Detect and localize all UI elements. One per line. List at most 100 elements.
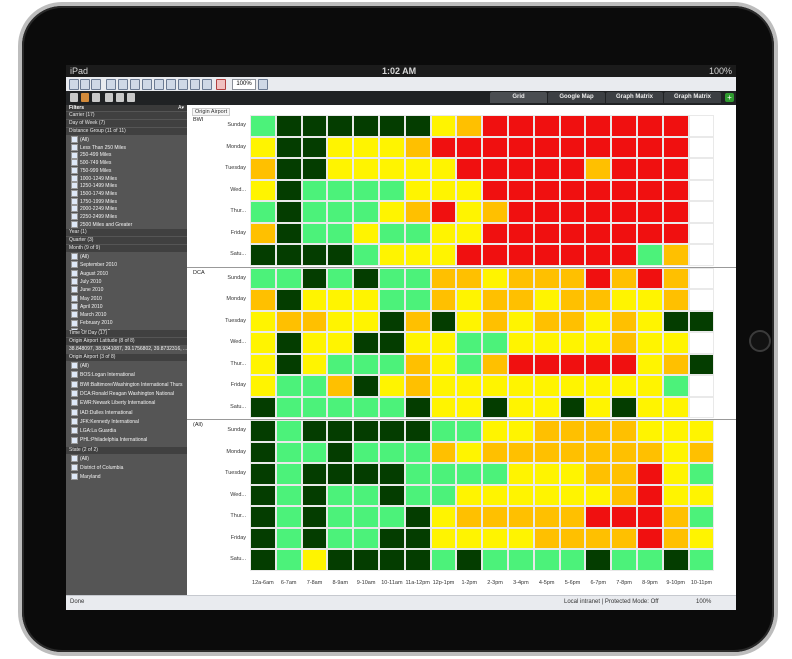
month-checkbox-item[interactable]: June 2010	[71, 286, 103, 294]
heatmap-cell[interactable]	[637, 549, 663, 571]
heatmap-cell[interactable]	[533, 289, 560, 311]
heatmap-cell[interactable]	[430, 441, 457, 463]
month-checkbox-item[interactable]: (All)	[71, 253, 89, 261]
heatmap-cell[interactable]	[250, 549, 276, 571]
heatmap-cell[interactable]	[379, 222, 405, 244]
heatmap-cell[interactable]	[456, 441, 483, 463]
heatmap-cell[interactable]	[404, 441, 431, 463]
heatmap-cell[interactable]	[404, 527, 431, 549]
section-day-of-week[interactable]: Day of Week (7)	[66, 120, 187, 127]
heatmap-cell[interactable]	[404, 115, 431, 137]
paste-icon[interactable]	[166, 79, 176, 90]
checkbox[interactable]	[71, 261, 78, 269]
heatmap-cell[interactable]	[688, 179, 715, 201]
checkbox[interactable]	[71, 269, 78, 277]
checkbox[interactable]	[71, 455, 78, 463]
zoom-select[interactable]: 100%	[232, 79, 256, 90]
heatmap-cell[interactable]	[301, 353, 328, 375]
checkbox[interactable]	[71, 286, 78, 294]
heatmap-cell[interactable]	[533, 549, 560, 571]
heatmap-cell[interactable]	[508, 353, 534, 375]
heatmap-cell[interactable]	[559, 332, 586, 354]
distance-checkbox-item[interactable]: 2500 Miles and Greater	[71, 220, 132, 229]
heatmap-cell[interactable]	[533, 484, 560, 506]
heatmap-cell[interactable]	[637, 115, 663, 137]
heatmap-cell[interactable]	[533, 267, 560, 289]
heatmap-cell[interactable]	[353, 463, 379, 485]
heatmap-cell[interactable]	[662, 222, 689, 244]
heatmap-cell[interactable]	[275, 222, 302, 244]
heatmap-cell[interactable]	[662, 375, 689, 397]
heatmap-cell[interactable]	[353, 332, 379, 354]
heatmap-cell[interactable]	[559, 441, 586, 463]
heatmap-cell[interactable]	[662, 332, 689, 354]
heatmap-cell[interactable]	[327, 441, 354, 463]
heatmap-cell[interactable]	[637, 179, 663, 201]
airport-checkbox-item[interactable]: IAD:Dulles International	[71, 408, 133, 417]
copy-icon[interactable]	[154, 79, 164, 90]
heatmap-cell[interactable]	[688, 289, 715, 311]
heatmap-cell[interactable]	[275, 179, 302, 201]
heatmap-cell[interactable]	[688, 353, 715, 375]
checkbox[interactable]	[71, 294, 78, 302]
heatmap-cell[interactable]	[353, 506, 379, 528]
section-carrier[interactable]: Carrier (17)	[66, 112, 187, 119]
heatmap-cell[interactable]	[275, 158, 302, 180]
checkbox[interactable]	[71, 473, 78, 481]
heatmap-cell[interactable]	[611, 463, 637, 485]
tab-graph-matrix[interactable]: Graph Matrix	[606, 92, 663, 103]
checkbox[interactable]	[71, 362, 78, 370]
heatmap-cell[interactable]	[508, 549, 534, 571]
heatmap-cell[interactable]	[379, 506, 405, 528]
heatmap-cell[interactable]	[688, 267, 715, 289]
heatmap-cell[interactable]	[327, 201, 354, 223]
heatmap-cell[interactable]	[508, 244, 534, 266]
heatmap-cell[interactable]	[533, 463, 560, 485]
checkbox[interactable]	[71, 213, 78, 221]
heatmap-cell[interactable]	[482, 244, 508, 266]
airport-checkbox-item[interactable]: LGA:La Guardia	[71, 427, 116, 435]
heatmap-cell[interactable]	[456, 506, 483, 528]
airport-checkbox-item[interactable]: (All)	[71, 362, 89, 370]
heatmap-cell[interactable]	[456, 527, 483, 549]
heatmap-cell[interactable]	[379, 332, 405, 354]
heatmap-cell[interactable]	[688, 201, 715, 223]
heatmap-cell[interactable]	[430, 136, 457, 158]
heatmap-cell[interactable]	[637, 244, 663, 266]
heatmap-cell[interactable]	[327, 267, 354, 289]
heatmap-cell[interactable]	[404, 267, 431, 289]
heatmap-cell[interactable]	[637, 353, 663, 375]
heatmap-cell[interactable]	[250, 506, 276, 528]
checkbox[interactable]	[71, 311, 78, 319]
heatmap-cell[interactable]	[533, 353, 560, 375]
heatmap-cell[interactable]	[637, 310, 663, 332]
month-checkbox-item[interactable]: August 2010	[71, 269, 108, 278]
heatmap-cell[interactable]	[662, 506, 689, 528]
heatmap-cell[interactable]	[611, 420, 637, 442]
heatmap-cell[interactable]	[301, 310, 328, 332]
heatmap-cell[interactable]	[379, 115, 405, 137]
heatmap-cell[interactable]	[327, 375, 354, 397]
heatmap-cell[interactable]	[559, 222, 586, 244]
heatmap-cell[interactable]	[688, 420, 715, 442]
heatmap-cell[interactable]	[275, 441, 302, 463]
heatmap-cell[interactable]	[559, 375, 586, 397]
heatmap-cell[interactable]	[482, 136, 508, 158]
heatmap-cell[interactable]	[250, 353, 276, 375]
heatmap-cell[interactable]	[688, 396, 715, 418]
heatmap-cell[interactable]	[585, 332, 612, 354]
heatmap-cell[interactable]	[327, 527, 354, 549]
heatmap-cell[interactable]	[559, 310, 586, 332]
heatmap-cell[interactable]	[404, 396, 431, 418]
heatmap-cell[interactable]	[662, 136, 689, 158]
heatmap-cell[interactable]	[637, 201, 663, 223]
heatmap-cell[interactable]	[662, 396, 689, 418]
heatmap-cell[interactable]	[533, 222, 560, 244]
heatmap-cell[interactable]	[379, 484, 405, 506]
heatmap-cell[interactable]	[482, 115, 508, 137]
heatmap-cell[interactable]	[275, 353, 302, 375]
heatmap-cell[interactable]	[559, 463, 586, 485]
heatmap-cell[interactable]	[559, 506, 586, 528]
airport-checkbox-item[interactable]: EWR:Newark Liberty International	[71, 399, 155, 407]
heatmap-cell[interactable]	[327, 332, 354, 354]
